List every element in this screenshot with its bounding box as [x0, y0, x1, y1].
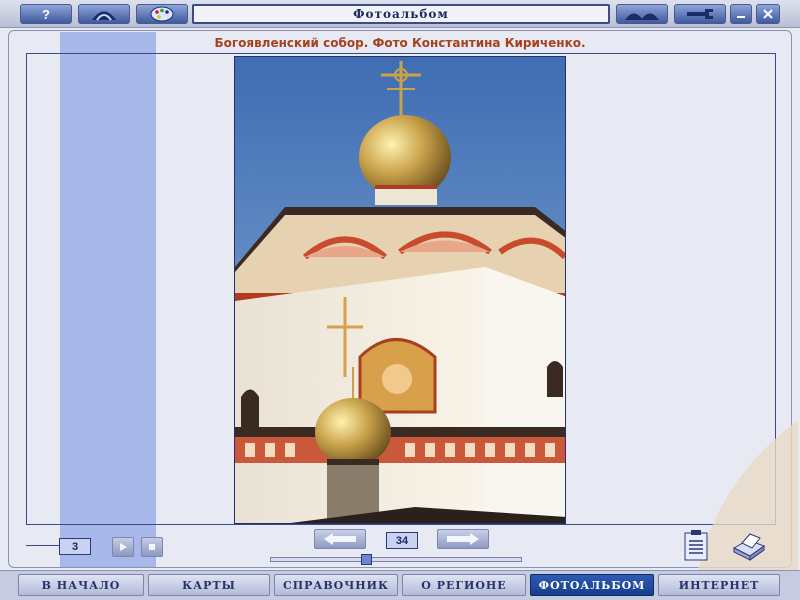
domes-button[interactable] [616, 4, 668, 24]
nav-photoalbum[interactable]: ФОТОАЛЬБОМ [530, 574, 654, 596]
print-button[interactable] [730, 530, 768, 562]
minimize-icon [737, 16, 745, 18]
corner-decoration [698, 420, 798, 570]
stop-button[interactable] [141, 537, 163, 557]
index-leader-line [26, 545, 60, 546]
printer-icon [732, 533, 766, 561]
text-button[interactable] [682, 530, 710, 562]
document-icon [684, 530, 708, 561]
cathedral-photo [234, 56, 566, 524]
play-icon [120, 543, 127, 551]
help-button[interactable]: ? [20, 4, 72, 24]
nav-region[interactable]: О РЕГИОНЕ [402, 574, 526, 596]
next-photo-button[interactable] [437, 529, 489, 549]
home-dome-button[interactable] [78, 4, 130, 24]
photo-slider-track[interactable] [270, 557, 522, 562]
dome-icon [92, 11, 116, 21]
photo-caption: Богоявленский собор. Фото Константина Ки… [214, 36, 586, 50]
stop-icon [149, 544, 155, 550]
window-title: Фотоальбом [192, 4, 610, 24]
minimize-button[interactable] [730, 4, 752, 24]
palette-icon [150, 6, 174, 22]
nav-home[interactable]: В НАЧАЛО [18, 574, 144, 596]
nav-internet[interactable]: ИНТЕРНЕТ [658, 574, 780, 596]
settings-button[interactable] [674, 4, 726, 24]
close-button[interactable] [756, 4, 780, 24]
nav-maps[interactable]: КАРТЫ [148, 574, 270, 596]
cathedral-image [235, 57, 565, 523]
help-icon: ? [42, 6, 50, 22]
domes-icon [625, 13, 659, 20]
page-number: 34 [386, 532, 418, 549]
palette-button[interactable] [136, 4, 188, 24]
photo-slider-thumb[interactable] [361, 554, 372, 565]
previous-photo-button[interactable] [314, 529, 366, 549]
nav-reference[interactable]: СПРАВОЧНИК [274, 574, 398, 596]
play-button[interactable] [112, 537, 134, 557]
arrow-right-icon [447, 533, 479, 545]
close-icon [763, 9, 773, 19]
wrench-icon [687, 9, 713, 19]
arrow-left-icon [324, 533, 356, 545]
photo-index-field[interactable]: 3 [59, 538, 91, 555]
